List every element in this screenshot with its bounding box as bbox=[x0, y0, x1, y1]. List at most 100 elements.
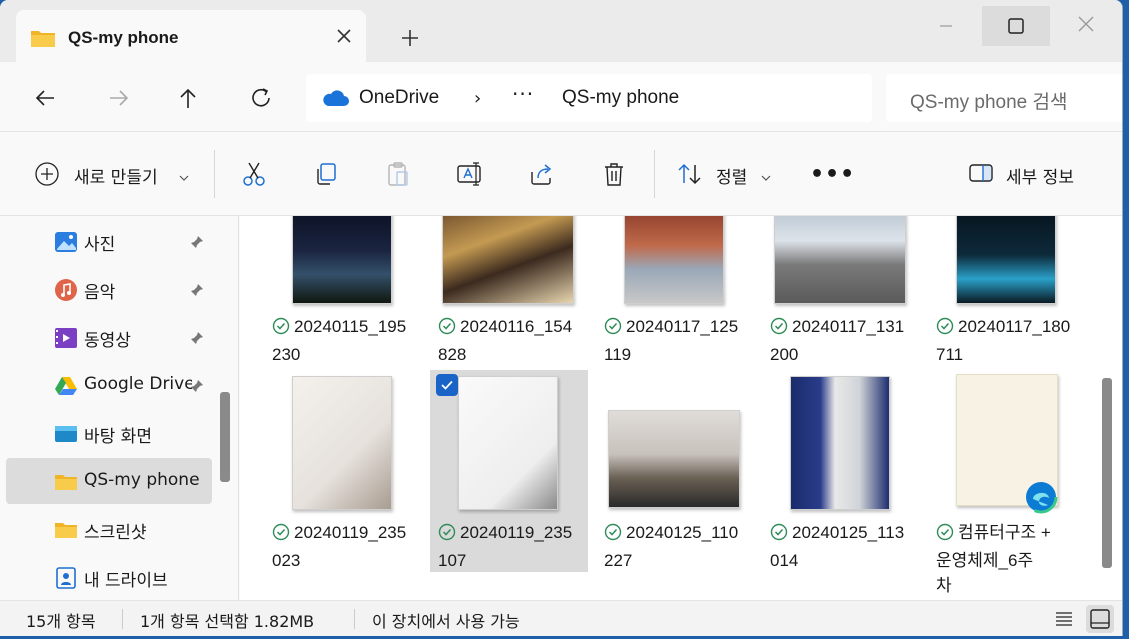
availability-status: 이 장치에서 사용 가능 bbox=[372, 612, 520, 631]
sync-check-icon bbox=[438, 523, 456, 548]
toolbar-divider bbox=[214, 150, 215, 198]
sync-check-icon bbox=[936, 523, 954, 548]
command-bar: 새로 만들기 정렬 ••• 세부 정보 bbox=[0, 132, 1122, 216]
sidebar-item-qs-my-phone[interactable]: QS-my phone bbox=[6, 458, 212, 504]
delete-trash-icon[interactable] bbox=[600, 160, 628, 188]
onedrive-cloud-icon bbox=[322, 88, 350, 112]
address-bar[interactable]: OneDrive › ··· QS-my phone bbox=[306, 74, 872, 122]
pin-icon[interactable] bbox=[190, 282, 204, 301]
file-explorer-window: QS-my phone OneDrive › ··· QS-my phone Q… bbox=[0, 0, 1123, 636]
file-thumbnail bbox=[624, 216, 724, 304]
sync-check-icon bbox=[604, 523, 622, 548]
pin-icon[interactable] bbox=[190, 378, 204, 397]
google-drive-icon bbox=[54, 374, 78, 398]
close-tab-icon[interactable] bbox=[332, 24, 356, 48]
breadcrumb-qs-my-phone[interactable]: QS-my phone bbox=[562, 87, 679, 109]
file-thumbnail bbox=[956, 216, 1056, 304]
file-thumbnail bbox=[292, 216, 392, 304]
plus-circle-icon bbox=[34, 161, 60, 191]
up-arrow-icon[interactable] bbox=[170, 80, 206, 116]
forward-arrow-icon[interactable] bbox=[100, 80, 136, 116]
breadcrumb-separator[interactable]: › bbox=[474, 88, 481, 109]
sidebar-item-label: QS-my phone bbox=[84, 470, 200, 490]
sidebar-scrollbar[interactable] bbox=[220, 392, 230, 482]
file-thumbnail bbox=[774, 216, 906, 304]
selection-info: 1개 항목 선택함 1.82MB bbox=[140, 612, 315, 631]
selection-checkbox[interactable] bbox=[436, 374, 458, 396]
sync-check-icon bbox=[936, 317, 954, 342]
search-box[interactable]: QS-my phone 검색 bbox=[886, 74, 1122, 122]
pin-icon[interactable] bbox=[190, 234, 204, 253]
file-thumbnail bbox=[608, 410, 740, 508]
file-name: 20240119_235 107 bbox=[438, 523, 573, 570]
large-icons-view-icon[interactable] bbox=[1086, 605, 1114, 633]
tab-qs-my-phone[interactable]: QS-my phone bbox=[16, 10, 366, 62]
photos-icon bbox=[54, 230, 78, 254]
sidebar-item-desktop[interactable]: 바탕 화면 bbox=[6, 410, 212, 456]
toolbar-divider bbox=[654, 150, 655, 198]
sort-label: 정렬 bbox=[716, 168, 748, 188]
sync-check-icon bbox=[770, 523, 788, 548]
file-thumbnail bbox=[458, 376, 558, 510]
share-icon[interactable] bbox=[528, 160, 556, 188]
breadcrumb-more[interactable]: ··· bbox=[512, 82, 534, 106]
navigation-pane: 사진 음악 동영상 Google Drive 바탕 화면 QS-my phone… bbox=[0, 216, 240, 600]
breadcrumb-onedrive[interactable]: OneDrive bbox=[359, 87, 439, 109]
file-item[interactable]: 20240119_235 023 bbox=[270, 370, 428, 570]
sidebar-item-label: Google Drive bbox=[84, 374, 192, 394]
folder-icon bbox=[54, 470, 78, 494]
cut-icon[interactable] bbox=[240, 160, 268, 188]
close-window-icon[interactable] bbox=[1052, 6, 1120, 46]
rename-icon[interactable] bbox=[456, 160, 484, 188]
sidebar-item-music[interactable]: 음악 bbox=[6, 266, 212, 312]
new-tab-plus-icon[interactable] bbox=[396, 24, 424, 52]
status-divider bbox=[122, 609, 123, 629]
sidebar-item-my-drive[interactable]: 내 드라이브 bbox=[6, 554, 212, 600]
sort-button[interactable]: 정렬 bbox=[676, 158, 776, 190]
sidebar-item-google-drive[interactable]: Google Drive bbox=[6, 362, 212, 408]
file-item-selected[interactable]: 20240119_235 107 bbox=[430, 370, 588, 572]
folder-icon bbox=[30, 28, 56, 52]
maximize-icon[interactable] bbox=[982, 6, 1050, 46]
minimize-icon[interactable] bbox=[912, 6, 980, 46]
file-name: 20240117_125 119 bbox=[604, 317, 739, 364]
paste-icon[interactable] bbox=[384, 160, 412, 188]
tab-title: QS-my phone bbox=[68, 28, 179, 47]
file-name: 20240115_195 230 bbox=[272, 317, 407, 364]
details-pane-button[interactable]: 세부 정보 bbox=[968, 158, 1118, 190]
details-pane-icon bbox=[968, 162, 994, 188]
folder-icon bbox=[54, 518, 78, 542]
file-item[interactable]: 20240125_110 227 bbox=[602, 370, 760, 570]
back-arrow-icon[interactable] bbox=[28, 80, 64, 116]
content-scrollbar[interactable] bbox=[1102, 378, 1112, 568]
sidebar-item-photos[interactable]: 사진 bbox=[6, 218, 212, 264]
chevron-down-icon bbox=[760, 168, 772, 187]
refresh-icon[interactable] bbox=[243, 80, 279, 116]
sidebar-item-screenshots[interactable]: 스크린샷 bbox=[6, 506, 212, 552]
file-item[interactable]: 컴퓨터구조 + 운영체제_6주 차 bbox=[934, 370, 1092, 600]
copy-icon[interactable] bbox=[312, 160, 340, 188]
chevron-down-icon bbox=[178, 168, 190, 187]
status-bar: 15개 항목 1개 항목 선택함 1.82MB 이 장치에서 사용 가능 bbox=[0, 600, 1122, 636]
more-options-icon[interactable]: ••• bbox=[810, 162, 855, 187]
pin-icon[interactable] bbox=[190, 330, 204, 349]
sync-check-icon bbox=[604, 317, 622, 342]
edge-browser-icon bbox=[1024, 480, 1058, 518]
status-divider bbox=[354, 609, 355, 629]
item-count: 15개 항목 bbox=[26, 612, 96, 631]
sidebar-item-label: 스크린샷 bbox=[84, 523, 147, 543]
desktop-icon bbox=[54, 422, 78, 446]
new-button[interactable]: 새로 만들기 bbox=[34, 158, 194, 190]
file-name: 20240125_113 014 bbox=[770, 523, 905, 570]
file-name: 20240125_110 227 bbox=[604, 523, 739, 570]
file-item[interactable]: 20240125_113 014 bbox=[768, 370, 926, 570]
search-input[interactable]: QS-my phone 검색 bbox=[910, 87, 1067, 114]
title-bar: QS-my phone bbox=[0, 0, 1122, 62]
sync-check-icon bbox=[272, 317, 290, 342]
sync-check-icon bbox=[770, 317, 788, 342]
sidebar-item-label: 사진 bbox=[84, 235, 116, 255]
sidebar-item-videos[interactable]: 동영상 bbox=[6, 314, 212, 360]
details-view-icon[interactable] bbox=[1050, 605, 1078, 633]
sidebar-item-label: 내 드라이브 bbox=[84, 571, 168, 591]
pane-divider bbox=[238, 216, 239, 600]
